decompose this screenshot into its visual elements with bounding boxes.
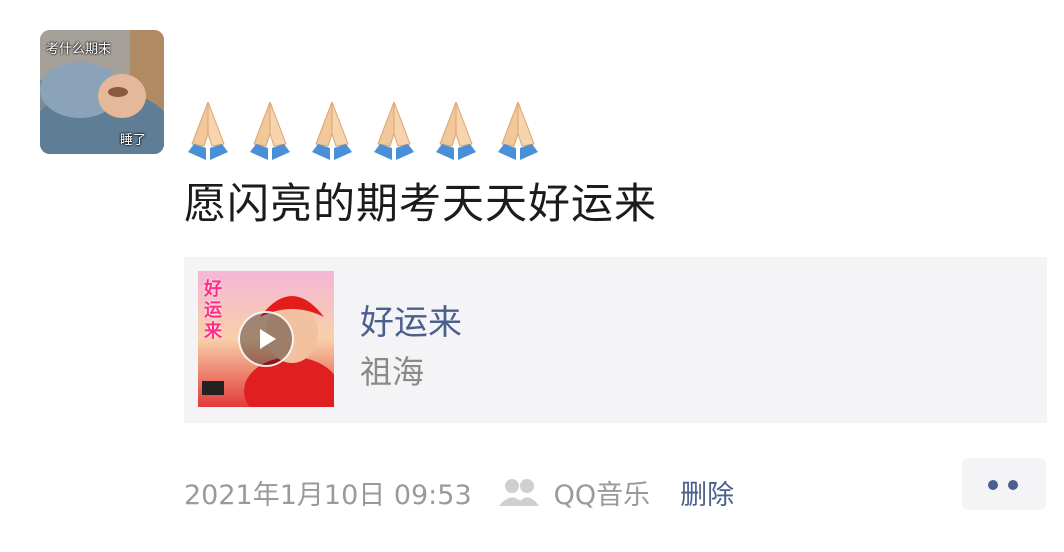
visibility-group-icon <box>498 479 539 506</box>
post-timestamp: 2021年1月10日 09:53 <box>184 479 472 511</box>
delete-button[interactable]: 删除 <box>680 473 734 512</box>
praying-hands-icon <box>312 101 352 160</box>
song-title[interactable]: 好运来 <box>360 295 462 344</box>
more-dot-icon <box>988 480 998 490</box>
avatar-caption-top: 考什么期末 <box>46 42 112 57</box>
praying-hands-icon <box>498 101 538 160</box>
praying-hands-icon <box>374 101 414 160</box>
emoji-row <box>184 98 542 162</box>
avatar-caption-bottom: 睡了 <box>119 133 146 148</box>
user-avatar[interactable]: 考什么期末 睡了 <box>40 30 164 154</box>
post-footer: 2021年1月10日 09:53 QQ音乐 删除 <box>184 472 734 512</box>
more-actions-button[interactable] <box>962 458 1046 510</box>
music-share-card[interactable]: 好运来 好运来 祖海 <box>184 257 1047 423</box>
praying-hands-icon <box>250 101 290 160</box>
post-source[interactable]: QQ音乐 <box>554 473 651 512</box>
praying-hands-icon <box>188 101 228 160</box>
album-cover-title: 好运来 <box>204 279 222 342</box>
more-dot-icon <box>1008 480 1018 490</box>
song-artist: 祖海 <box>360 353 425 391</box>
album-cover[interactable]: 好运来 <box>198 271 334 407</box>
post-text: 愿闪亮的期考天天好运来 <box>184 179 658 228</box>
play-button[interactable] <box>238 311 294 367</box>
play-icon <box>260 329 276 349</box>
praying-hands-icon <box>436 101 476 160</box>
